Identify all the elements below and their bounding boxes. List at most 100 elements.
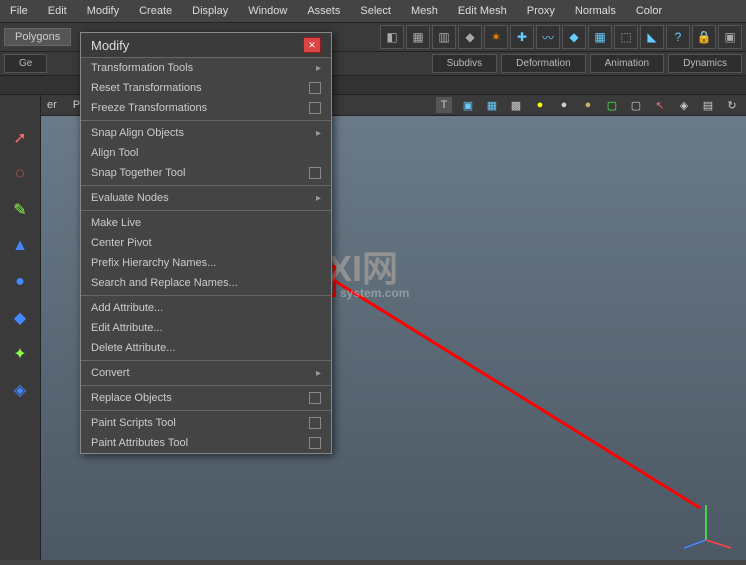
label: Transformation Tools [91, 62, 193, 74]
shelf-icon-7[interactable]: 〰 [536, 25, 560, 49]
item-prefix-hierarchy-names[interactable]: Prefix Hierarchy Names... [81, 253, 331, 273]
lock-icon[interactable]: 🔒 [692, 25, 716, 49]
label: Convert [91, 367, 130, 379]
panel-icon-arrow[interactable]: ↖ [652, 97, 668, 113]
item-center-pivot[interactable]: Center Pivot [81, 233, 331, 253]
shelf-icons: ◧ ▦ ▥ ◆ ✶ ✚ 〰 ◆ ▦ ⬚ ◣ ? 🔒 ▣ [380, 25, 742, 49]
panel-icon-checker[interactable]: ▩ [508, 97, 524, 113]
shelf-icon-last[interactable]: ▣ [718, 25, 742, 49]
menu-edit[interactable]: Edit [38, 2, 77, 20]
menu-window[interactable]: Window [238, 2, 297, 20]
menu-create[interactable]: Create [129, 2, 182, 20]
shelf-icon-4[interactable]: ◆ [458, 25, 482, 49]
panel-icon-cube2[interactable]: ▦ [484, 97, 500, 113]
cone-tool-icon[interactable]: ▲ [5, 231, 35, 261]
modify-dropdown: Modify ✕ Transformation Tools ▸ Reset Tra… [80, 32, 332, 454]
item-evaluate-nodes[interactable]: Evaluate Nodes▸ [81, 188, 331, 208]
shelf-icon-1[interactable]: ◧ [380, 25, 404, 49]
tab-deformation[interactable]: Deformation [501, 54, 585, 73]
item-snap-align-objects[interactable]: Snap Align Objects▸ [81, 123, 331, 143]
item-edit-attribute[interactable]: Edit Attribute... [81, 318, 331, 338]
shelf-icon-9[interactable]: ▦ [588, 25, 612, 49]
item-search-replace-names[interactable]: Search and Replace Names... [81, 273, 331, 293]
separator [81, 385, 331, 386]
panel-icon-green[interactable]: ▢ [604, 97, 620, 113]
shelf-icon-8[interactable]: ◆ [562, 25, 586, 49]
panel-icon-cube1[interactable]: ▣ [460, 97, 476, 113]
item-convert[interactable]: Convert ▸ [81, 363, 331, 383]
paint-tool-icon[interactable]: ✎ [5, 195, 35, 225]
chevron-right-icon: ▸ [316, 368, 321, 379]
axis-gizmo-icon [676, 500, 736, 550]
panel-icon-light2[interactable]: ● [556, 97, 572, 113]
label: Align Tool [91, 147, 139, 159]
menu-display[interactable]: Display [182, 2, 238, 20]
menubar: File Edit Modify Create Display Window A… [0, 0, 746, 23]
panel-icon-light3[interactable]: ● [580, 97, 596, 113]
shelf-icon-help[interactable]: ? [666, 25, 690, 49]
shelf-icon-3[interactable]: ▥ [432, 25, 456, 49]
menu-color[interactable]: Color [626, 2, 672, 20]
menu-select[interactable]: Select [350, 2, 401, 20]
item-align-tool[interactable]: Align Tool [81, 143, 331, 163]
label: Make Live [91, 217, 141, 229]
option-box-icon[interactable] [309, 102, 321, 114]
menu-file[interactable]: File [0, 2, 38, 20]
item-make-live[interactable]: Make Live [81, 213, 331, 233]
chevron-right-icon: ▸ [316, 63, 321, 74]
menu-proxy[interactable]: Proxy [517, 2, 565, 20]
shelf-icon-6[interactable]: ✚ [510, 25, 534, 49]
lasso-tool-icon[interactable]: ◌ [5, 159, 35, 189]
separator [81, 410, 331, 411]
extra-tool-icon[interactable]: ◈ [5, 375, 35, 405]
shelf-tab-polygons[interactable]: Polygons [4, 28, 71, 46]
item-reset-transformations[interactable]: Reset Transformations [81, 78, 331, 98]
cube-tool-icon[interactable]: ◆ [5, 303, 35, 333]
item-delete-attribute[interactable]: Delete Attribute... [81, 338, 331, 358]
label: Reset Transformations [91, 82, 202, 94]
item-add-attribute[interactable]: Add Attribute... [81, 298, 331, 318]
menu-editmesh[interactable]: Edit Mesh [448, 2, 517, 20]
chevron-right-icon: ▸ [316, 193, 321, 204]
tab-subdivs[interactable]: Subdivs [432, 54, 498, 73]
tab-general[interactable]: Ge [4, 54, 47, 73]
sphere-tool-icon[interactable]: ● [5, 267, 35, 297]
item-snap-together-tool[interactable]: Snap Together Tool [81, 163, 331, 183]
item-freeze-transformations[interactable]: Freeze Transformations [81, 98, 331, 118]
select-tool-icon[interactable]: ➚ [5, 123, 35, 153]
panel-icon-light1[interactable]: ● [532, 97, 548, 113]
option-box-icon[interactable] [309, 167, 321, 179]
dropdown-title: Modify [91, 38, 129, 53]
tab-animation[interactable]: Animation [590, 54, 664, 73]
menu-mesh[interactable]: Mesh [401, 2, 448, 20]
option-box-icon[interactable] [309, 392, 321, 404]
separator [81, 185, 331, 186]
panel-icon-last1[interactable]: ▤ [700, 97, 716, 113]
item-transformation-tools[interactable]: Transformation Tools ▸ [81, 58, 331, 78]
option-box-icon[interactable] [309, 417, 321, 429]
item-paint-scripts-tool[interactable]: Paint Scripts Tool [81, 413, 331, 433]
axis-tool-icon[interactable]: ✦ [5, 339, 35, 369]
shelf-icon-2[interactable]: ▦ [406, 25, 430, 49]
close-icon[interactable]: ✕ [303, 37, 321, 53]
panel-icon-box[interactable]: ▢ [628, 97, 644, 113]
separator [81, 295, 331, 296]
tab-dynamics[interactable]: Dynamics [668, 54, 742, 73]
menu-normals[interactable]: Normals [565, 2, 626, 20]
shelf-icon-10[interactable]: ⬚ [614, 25, 638, 49]
panel-icon-text[interactable]: T [436, 97, 452, 113]
dropdown-titlebar: Modify ✕ [81, 33, 331, 58]
separator [81, 210, 331, 211]
item-paint-attributes-tool[interactable]: Paint Attributes Tool [81, 433, 331, 453]
item-replace-objects[interactable]: Replace Objects [81, 388, 331, 408]
shelf-icon-11[interactable]: ◣ [640, 25, 664, 49]
panel-icon-wire[interactable]: ◈ [676, 97, 692, 113]
label: Search and Replace Names... [91, 277, 238, 289]
menu-assets[interactable]: Assets [297, 2, 350, 20]
menu-modify[interactable]: Modify [77, 2, 129, 20]
option-box-icon[interactable] [309, 437, 321, 449]
shelf-icon-5[interactable]: ✶ [484, 25, 508, 49]
option-box-icon[interactable] [309, 82, 321, 94]
separator [81, 360, 331, 361]
panel-icon-last2[interactable]: ↻ [724, 97, 740, 113]
